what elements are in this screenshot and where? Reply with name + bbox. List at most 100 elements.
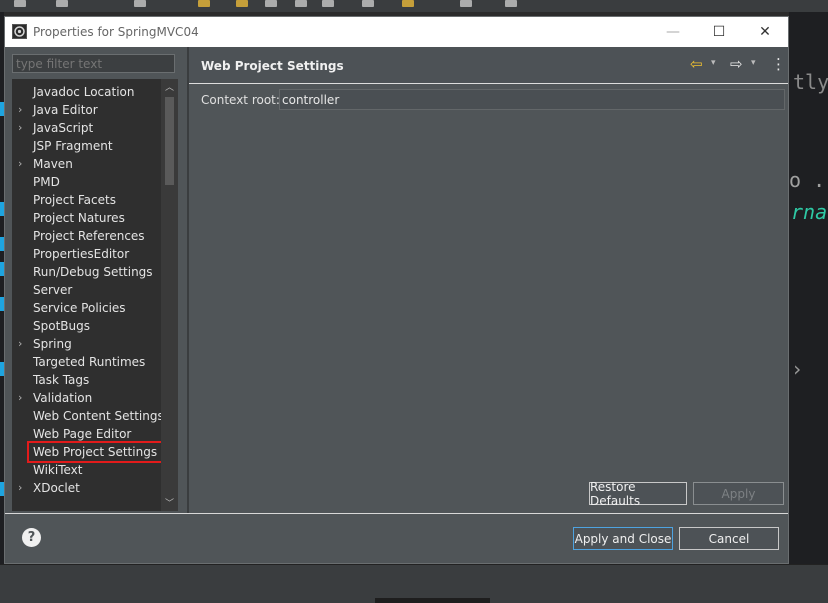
tree-item[interactable]: Server — [12, 281, 162, 299]
more-vert-icon[interactable]: ⋮ — [771, 55, 786, 73]
cancel-label: Cancel — [708, 531, 750, 546]
toolbar-icon[interactable] — [460, 0, 472, 7]
tree-item-label: Project References — [33, 229, 145, 243]
tree-item-label: Project Facets — [33, 193, 116, 207]
tree-item-label: PropertiesEditor — [33, 247, 130, 261]
pane-divider[interactable] — [187, 47, 189, 513]
chevron-right-icon[interactable]: › — [18, 101, 28, 119]
page-header: Web Project Settings ⇦ ▾ ⇨ ▾ ⋮ — [189, 47, 788, 84]
toolbar-icon[interactable] — [265, 0, 277, 7]
tree-item[interactable]: WikiText — [12, 461, 162, 479]
toolbar-icon[interactable] — [236, 0, 248, 7]
chevron-right-icon[interactable]: › — [18, 335, 28, 353]
tree-item[interactable]: PMD — [12, 173, 162, 191]
tree-item[interactable]: Run/Debug Settings — [12, 263, 162, 281]
tree-item[interactable]: Service Policies — [12, 299, 162, 317]
restore-defaults-label: Restore Defaults — [590, 479, 641, 508]
tree-item-label: Maven — [33, 157, 73, 171]
tree-item-label: Project Natures — [33, 211, 125, 225]
tree-item[interactable]: Project Facets — [12, 191, 162, 209]
tree-item[interactable]: Web Content Settings — [12, 407, 164, 425]
apply-label: Apply — [721, 486, 756, 501]
chevron-right-icon[interactable]: › — [18, 389, 28, 407]
chevron-down-icon[interactable]: ▾ — [751, 58, 756, 68]
apply-button[interactable]: Apply — [693, 482, 784, 505]
tree-item[interactable]: › Java Editor — [12, 101, 162, 119]
ide-toolbar — [0, 0, 828, 12]
tree-item[interactable]: › Spring — [12, 335, 162, 353]
tree-item-label: XDoclet — [33, 481, 80, 495]
tree-item[interactable]: › XDoclet — [12, 479, 162, 497]
code-fragment: rna — [791, 200, 828, 224]
tree-item[interactable]: › Maven — [12, 155, 162, 173]
apply-and-close-label: Apply and Close — [574, 531, 672, 546]
toolbar-icon[interactable] — [14, 0, 26, 7]
tree-item-label: PMD — [33, 175, 60, 189]
help-icon[interactable]: ? — [22, 528, 41, 547]
properties-dialog: Properties for SpringMVC04 — ☐ ✕ Javadoc… — [4, 16, 789, 564]
tree-item-label: Spring — [33, 337, 72, 351]
code-fragment: o . — [789, 168, 826, 192]
toolbar-icon[interactable] — [362, 0, 374, 7]
dialog-title: Properties for SpringMVC04 — [33, 25, 199, 39]
tree-item-label: Javadoc Location — [33, 85, 135, 99]
tree-item-label: Web Content Settings — [33, 409, 164, 423]
tree-item[interactable]: Web Project Settings — [12, 441, 164, 463]
tree-item-label: Run/Debug Settings — [33, 265, 153, 279]
scroll-down-icon[interactable]: ﹀ — [161, 497, 178, 511]
toolbar-icon[interactable] — [198, 0, 210, 7]
tree-item-label: Targeted Runtimes — [33, 355, 146, 369]
toolbar-icon[interactable] — [402, 0, 414, 7]
tree-item-label: Web Page Editor — [33, 427, 132, 441]
filter-input[interactable] — [12, 54, 175, 73]
tree-item[interactable]: Task Tags — [12, 371, 162, 389]
chevron-right-icon[interactable]: › — [18, 479, 28, 497]
restore-defaults-button[interactable]: Restore Defaults — [589, 479, 687, 508]
tree-item[interactable]: › Validation — [12, 389, 162, 407]
tree-item[interactable]: JSP Fragment — [12, 137, 162, 155]
tree-item[interactable]: Javadoc Location — [12, 83, 162, 101]
forward-arrow-icon[interactable]: ⇨ — [730, 55, 743, 73]
tree-item-label: SpotBugs — [33, 319, 90, 333]
scroll-up-icon[interactable]: ︿ — [161, 81, 178, 95]
toolbar-icon[interactable] — [322, 0, 334, 7]
toolbar-icon[interactable] — [56, 0, 68, 7]
context-root-label: Context root: — [201, 93, 280, 107]
page-title: Web Project Settings — [201, 59, 344, 73]
ide-scroll-indicator — [375, 598, 490, 603]
tree-item-label: Task Tags — [33, 373, 90, 387]
tree-item-label: Java Editor — [33, 103, 98, 117]
tree-item[interactable]: › JavaScript — [12, 119, 162, 137]
tree-item-label: JSP Fragment — [33, 139, 113, 153]
cancel-button[interactable]: Cancel — [679, 527, 779, 550]
ide-status-area — [0, 564, 828, 603]
toolbar-icon[interactable] — [295, 0, 307, 7]
tree-item[interactable]: Targeted Runtimes — [12, 353, 162, 371]
tree-item-label: Validation — [33, 391, 93, 405]
eclipse-app-icon — [12, 24, 27, 39]
tree-item-label: JavaScript — [33, 121, 94, 135]
context-root-field[interactable] — [279, 89, 785, 110]
close-button[interactable]: ✕ — [742, 17, 788, 47]
tree-item[interactable]: SpotBugs — [12, 317, 162, 335]
chevron-right-icon[interactable]: › — [18, 155, 28, 173]
toolbar-icon[interactable] — [134, 0, 146, 7]
tree-scrollbar[interactable]: ︿ ﹀ — [161, 79, 178, 511]
chevron-right-icon[interactable]: › — [18, 119, 28, 137]
tree-item[interactable]: PropertiesEditor — [12, 245, 162, 263]
scroll-thumb[interactable] — [165, 97, 174, 185]
tree-item[interactable]: Project References — [12, 227, 162, 245]
chevron-right-icon: › — [791, 357, 804, 381]
chevron-down-icon[interactable]: ▾ — [711, 58, 716, 68]
property-page-tree: Javadoc Location › Java Editor › JavaScript J… — [12, 79, 178, 511]
dialog-titlebar[interactable]: Properties for SpringMVC04 — ☐ ✕ — [5, 17, 788, 47]
back-arrow-icon[interactable]: ⇦ — [690, 55, 703, 73]
tree-item[interactable]: Project Natures — [12, 209, 162, 227]
toolbar-icon[interactable] — [505, 0, 517, 7]
maximize-button[interactable]: ☐ — [696, 17, 742, 47]
tree-item[interactable]: Web Page Editor — [12, 425, 162, 443]
minimize-button[interactable]: — — [650, 17, 696, 47]
dialog-footer: ? Apply and Close Cancel — [5, 514, 788, 563]
tree-item-label: WikiText — [33, 463, 83, 477]
apply-and-close-button[interactable]: Apply and Close — [573, 527, 673, 550]
